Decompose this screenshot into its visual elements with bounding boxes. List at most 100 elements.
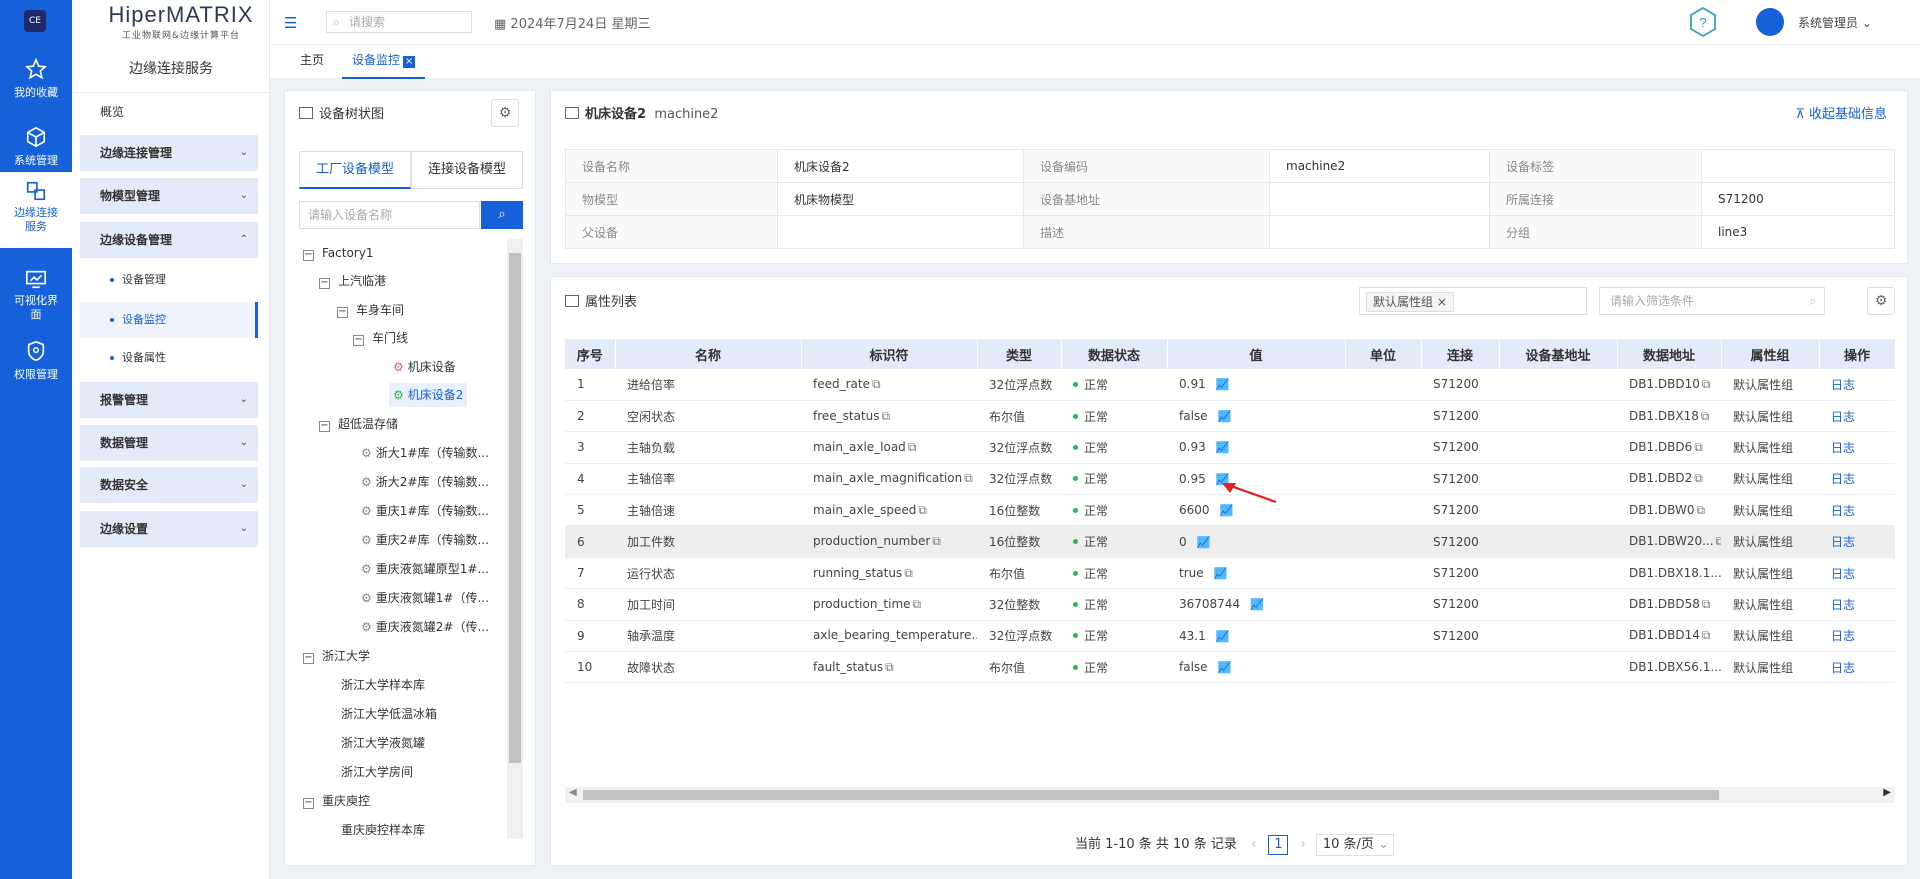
close-icon[interactable]: × <box>403 56 416 68</box>
page-number[interactable]: 1 <box>1268 835 1289 855</box>
menu-group-data[interactable]: 数据管理 ⌄ <box>80 425 258 461</box>
collapse-icon[interactable]: − <box>303 653 314 664</box>
tree-node[interactable]: − 浙江大学 <box>303 644 370 668</box>
tree-node[interactable]: ⚙ 重庆液氮罐2#（传... <box>361 615 489 639</box>
tree-node[interactable]: ⚙ 浙大2#库（传输数... <box>361 470 489 494</box>
menu-group-thing-model[interactable]: 物模型管理 ⌄ <box>80 178 258 214</box>
column-header[interactable]: 值 <box>1167 339 1346 369</box>
menu-group-alarm[interactable]: 报警管理 ⌄ <box>80 382 258 418</box>
trend-chart-icon[interactable]: 📈 <box>1197 536 1211 549</box>
page-size-select[interactable]: 10 条/页 ⌄ <box>1315 834 1394 856</box>
copy-icon[interactable]: ⧉ <box>1702 597 1711 611</box>
column-header[interactable]: 单位 <box>1345 339 1422 369</box>
tree-node[interactable]: − 车身车间 <box>337 298 404 322</box>
device-search-button[interactable]: ⌕ <box>481 201 523 229</box>
copy-icon[interactable]: ⧉ <box>1694 440 1703 454</box>
copy-icon[interactable]: ⧉ <box>882 409 891 423</box>
collapse-info-button[interactable]: ⊼ 收起基础信息 <box>1795 103 1887 122</box>
column-header[interactable]: 设备基地址 <box>1499 339 1618 369</box>
tab-device-monitor[interactable]: 设备监控 × <box>342 45 426 79</box>
log-link[interactable]: 日志 <box>1819 651 1895 684</box>
column-header[interactable]: 数据状态 <box>1061 339 1168 369</box>
menu-toggle-icon[interactable]: ☰ <box>284 14 297 32</box>
log-link[interactable]: 日志 <box>1819 369 1895 401</box>
menu-item-device-monitor[interactable]: 设备监控 <box>80 302 258 338</box>
tree-settings-button[interactable]: ⚙ <box>491 99 519 127</box>
app-logo-icon[interactable]: CE <box>24 10 46 32</box>
tree-node[interactable]: 重庆庾控样本库 <box>341 818 425 842</box>
copy-icon[interactable]: ⧉ <box>908 440 917 454</box>
rail-item-favorites[interactable]: 我的收藏 <box>0 48 72 116</box>
menu-item-device-attributes[interactable]: 设备属性 <box>80 340 258 376</box>
log-link[interactable]: 日志 <box>1819 400 1895 433</box>
tree-node[interactable]: − 上汽临港 <box>319 269 386 293</box>
tree-node[interactable]: 浙江大学样本库 <box>341 673 425 697</box>
log-link[interactable]: 日志 <box>1819 525 1895 558</box>
help-icon[interactable]: ? <box>1688 6 1718 38</box>
collapse-icon[interactable]: − <box>303 250 314 261</box>
copy-icon[interactable]: ⧉ <box>885 660 894 674</box>
collapse-icon[interactable]: − <box>337 307 348 318</box>
tree-node[interactable]: − 超低温存储 <box>319 412 398 436</box>
trend-chart-icon[interactable]: 📈 <box>1218 410 1232 423</box>
menu-group-edge-device[interactable]: 边缘设备管理 ⌃ <box>80 222 258 258</box>
collapse-icon[interactable]: − <box>303 798 314 809</box>
copy-icon[interactable]: ⧉ <box>1716 534 1721 548</box>
tree-node[interactable]: ⚙ 浙大1#库（传输数... <box>361 441 489 465</box>
copy-icon[interactable]: ⧉ <box>932 534 941 548</box>
log-link[interactable]: 日志 <box>1819 620 1895 653</box>
menu-group-edge-settings[interactable]: 边缘设置 ⌄ <box>80 511 258 547</box>
copy-icon[interactable]: ⧉ <box>913 597 922 611</box>
table-row[interactable]: 7 运行状态 running_status ⧉ 布尔值 正常 true 📈 S71200 DB1.… <box>565 557 1895 590</box>
trend-chart-icon[interactable]: 📈 <box>1216 441 1230 454</box>
log-link[interactable]: 日志 <box>1819 463 1895 496</box>
tab-connection-model[interactable]: 连接设备模型 <box>411 151 523 189</box>
table-row[interactable]: 1 进给倍率 feed_rate ⧉ 32位浮点数 正常 0.91 📈 S71200 DB1.DB… <box>565 369 1895 401</box>
log-link[interactable]: 日志 <box>1819 494 1895 527</box>
tab-factory-model[interactable]: 工厂设备模型 <box>299 151 411 189</box>
attribute-group-select[interactable]: 默认属性组 × <box>1359 287 1587 315</box>
tree-node[interactable]: ⚙ 重庆2#库（传输数... <box>361 528 489 552</box>
table-row[interactable]: 2 空闲状态 free_status ⧉ 布尔值 正常 false 📈 S71200 DB1.DB… <box>565 400 1895 433</box>
tree-node[interactable]: 浙江大学低温冰箱 <box>341 702 437 726</box>
copy-icon[interactable]: ⧉ <box>1694 471 1703 485</box>
column-header[interactable]: 标识符 <box>801 339 978 369</box>
rail-item-visualization[interactable]: 可视化界面 <box>0 258 72 326</box>
tree-node[interactable]: 浙江大学房间 <box>341 760 413 784</box>
tree-scrollbar[interactable] <box>507 239 523 839</box>
column-header[interactable]: 操作 <box>1819 339 1896 369</box>
scrollbar-thumb[interactable] <box>509 253 521 763</box>
tree-node[interactable]: ⚙ 重庆1#库（传输数... <box>361 499 489 523</box>
column-header[interactable]: 属性组 <box>1721 339 1820 369</box>
chevron-right-icon[interactable]: › <box>1300 837 1305 852</box>
table-row[interactable]: 6 加工件数 production_number ⧉ 16位整数 正常 0 📈 S71200 DB… <box>565 525 1895 558</box>
filter-input[interactable]: 请输入筛选条件 ⌕ <box>1599 287 1825 315</box>
copy-icon[interactable]: ⧉ <box>904 566 913 580</box>
table-row[interactable]: 3 主轴负载 main_axle_load ⧉ 32位浮点数 正常 0.93 📈 S71200 D… <box>565 431 1895 464</box>
user-menu[interactable]: 系统管理员 ⌄ <box>1798 14 1872 31</box>
column-header[interactable]: 数据地址 <box>1617 339 1722 369</box>
copy-icon[interactable]: ⧉ <box>1702 628 1711 642</box>
table-row[interactable]: 10 故障状态 fault_status ⧉ 布尔值 正常 false 📈 DB1.DBX56.… <box>565 651 1895 684</box>
scrollbar-thumb[interactable] <box>583 790 1719 800</box>
collapse-icon[interactable]: − <box>319 421 330 432</box>
tree-node[interactable]: − Factory1 <box>303 241 373 265</box>
menu-item-overview[interactable]: 概览 <box>80 94 258 130</box>
tree-node[interactable]: − 车门线 <box>353 326 408 350</box>
trend-chart-icon[interactable]: 📈 <box>1214 567 1228 580</box>
table-row[interactable]: 8 加工时间 production_time ⧉ 32位整数 正常 36708744 📈 S71… <box>565 588 1895 621</box>
device-search-input[interactable]: 请输入设备名称 <box>299 201 480 229</box>
menu-group-security[interactable]: 数据安全 ⌄ <box>80 467 258 503</box>
tree-node[interactable]: ⚙ 机床设备 <box>393 355 456 379</box>
trend-chart-icon[interactable]: 📈 <box>1216 630 1230 643</box>
copy-icon[interactable]: ⧉ <box>1696 503 1705 517</box>
column-header[interactable]: 类型 <box>977 339 1062 369</box>
trend-chart-icon[interactable]: 📈 <box>1216 378 1230 391</box>
table-row[interactable]: 9轴承温度axle_bearing_temperature...⧉32位浮点数正… <box>565 620 1895 653</box>
chevron-left-icon[interactable]: ◀ <box>569 787 577 798</box>
trend-chart-icon[interactable]: 📈 <box>1218 661 1232 674</box>
copy-icon[interactable]: ⧉ <box>1701 409 1710 423</box>
tab-home[interactable]: 主页 <box>300 45 324 79</box>
copy-icon[interactable]: ⧉ <box>918 503 927 517</box>
menu-item-device-management[interactable]: 设备管理 <box>80 262 258 298</box>
